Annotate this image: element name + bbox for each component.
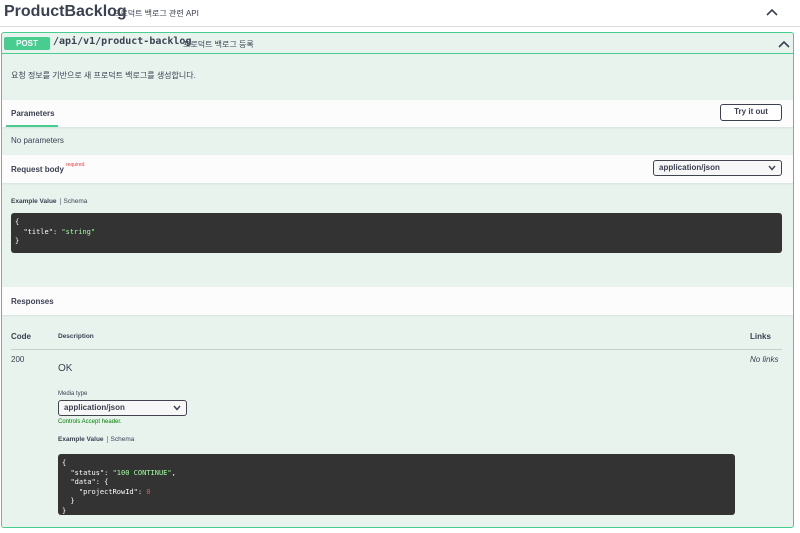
column-header-links: Links (750, 332, 771, 341)
request-example-code: { "title": "string" } (11, 213, 782, 253)
column-header-description: Description (58, 333, 94, 340)
media-type-value: application/json (64, 403, 125, 412)
chevron-up-icon[interactable] (766, 7, 778, 17)
content-type-value: application/json (659, 163, 720, 172)
tag-title: ProductBacklog (4, 3, 127, 20)
chevron-down-icon (173, 405, 181, 411)
operation-description: 요청 정보를 기반으로 새 프로덕트 백로그를 생성합니다. (11, 71, 196, 80)
operation-block: POST /api/v1/product-backlog 프로덕트 백로그 등록… (1, 32, 794, 528)
tab-separator (106, 436, 108, 443)
tab-example-value[interactable]: Example Value (58, 436, 104, 443)
media-type-select[interactable]: application/json (58, 400, 187, 416)
tab-parameters[interactable]: Parameters (11, 109, 55, 118)
response-example-code: { "status": "100 CONTINUE", "data": { "p… (58, 454, 735, 515)
chevron-up-icon[interactable] (778, 39, 790, 49)
operation-path: /api/v1/product-backlog (53, 36, 192, 47)
response-example-tabs: Example Value Schema (58, 436, 134, 443)
controls-accept-text: Controls Accept header. (58, 419, 122, 425)
tab-schema[interactable]: Schema (64, 198, 88, 205)
chevron-down-icon (768, 165, 776, 171)
response-code: 200 (11, 355, 25, 364)
request-body-header: Request body required application/json (2, 155, 793, 183)
tag-header[interactable]: ProductBacklog 프로덕트 백로그 관련 API (0, 0, 800, 27)
media-type-label: Media type (58, 391, 88, 397)
request-example-tabs: Example Value Schema (11, 198, 87, 205)
tab-example-value[interactable]: Example Value (11, 198, 57, 205)
required-marker: required (66, 162, 85, 168)
request-body-label: Request body (11, 165, 64, 174)
method-badge: POST (4, 37, 50, 50)
no-parameters-text: No parameters (11, 136, 64, 145)
response-description: OK (58, 363, 73, 374)
tag-description: 프로덕트 백로그 관련 API (113, 9, 199, 18)
try-it-out-button[interactable]: Try it out (720, 104, 782, 121)
content-type-select[interactable]: application/json (653, 160, 782, 176)
tab-underline (6, 125, 58, 127)
tab-schema[interactable]: Schema (111, 436, 135, 443)
parameters-header: Parameters Try it out (2, 100, 793, 127)
responses-header: Responses (2, 287, 793, 315)
responses-title: Responses (11, 297, 54, 306)
column-header-code: Code (11, 332, 31, 341)
tab-separator (59, 198, 61, 205)
operation-summary[interactable]: POST /api/v1/product-backlog 프로덕트 백로그 등록 (2, 33, 793, 54)
response-links: No links (750, 355, 779, 364)
operation-summary-text: 프로덕트 백로그 등록 (183, 40, 254, 49)
header-divider (11, 349, 782, 350)
